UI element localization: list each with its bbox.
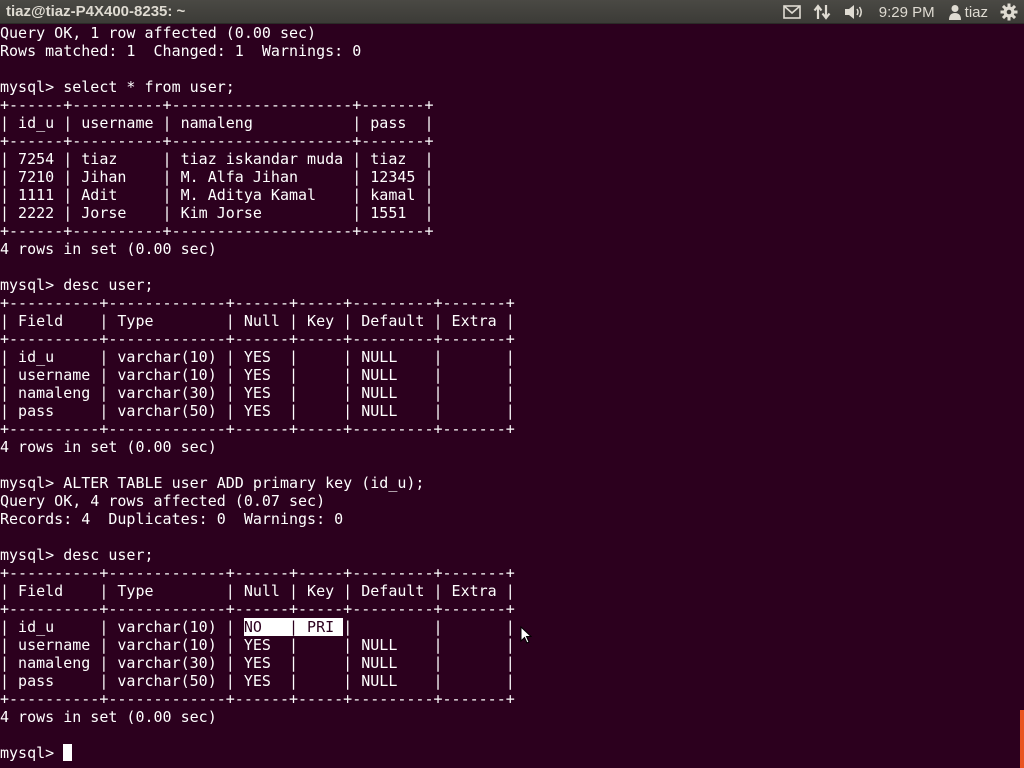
terminal-line: +----------+-------------+------+-----+-… — [0, 420, 515, 438]
terminal-line: mysql> desc user; — [0, 546, 154, 564]
terminal-line: Rows matched: 1 Changed: 1 Warnings: 0 — [0, 42, 362, 60]
row-suffix: | | | — [343, 618, 515, 636]
terminal-line: | Field | Type | Null | Key | Default | … — [0, 582, 515, 600]
top-panel: tiaz@tiaz-P4X400-8235: ~ 9:29 PM tiaz — [0, 0, 1024, 24]
text-selection[interactable]: NO | PRI — [243, 618, 344, 636]
network-icon[interactable] — [807, 0, 837, 24]
terminal-line: | Field | Type | Null | Key | Default | … — [0, 312, 515, 330]
terminal-line: +----------+-------------+------+-----+-… — [0, 564, 515, 582]
terminal-line: | namaleng | varchar(30) | YES | | NULL … — [0, 654, 515, 672]
terminal-line: +----------+-------------+------+-----+-… — [0, 294, 515, 312]
terminal-line: | pass | varchar(50) | YES | | NULL | | — [0, 402, 515, 420]
user-icon — [948, 5, 961, 20]
terminal-line: | 7254 | tiaz | tiaz iskandar muda | tia… — [0, 150, 434, 168]
terminal-line: | id_u | username | namaleng | pass | — [0, 114, 434, 132]
sound-icon[interactable] — [837, 0, 871, 24]
terminal-line: | namaleng | varchar(30) | YES | | NULL … — [0, 384, 515, 402]
terminal-output[interactable]: Query OK, 1 row affected (0.00 sec) Rows… — [0, 24, 1024, 768]
window-title: tiaz@tiaz-P4X400-8235: ~ — [6, 3, 186, 20]
terminal-line: 4 rows in set (0.00 sec) — [0, 708, 217, 726]
user-name: tiaz — [964, 3, 988, 21]
prompt-line[interactable]: mysql> — [0, 744, 1024, 762]
terminal-line: +------+----------+--------------------+… — [0, 96, 434, 114]
terminal-line: 4 rows in set (0.00 sec) — [0, 438, 217, 456]
terminal-line: | username | varchar(10) | YES | | NULL … — [0, 636, 515, 654]
terminal-line: | 7210 | Jihan | M. Alfa Jihan | 12345 | — [0, 168, 434, 186]
terminal-line: Query OK, 1 row affected (0.00 sec) — [0, 24, 317, 42]
gear-icon[interactable] — [994, 0, 1024, 24]
terminal-line: +----------+-------------+------+-----+-… — [0, 330, 515, 348]
terminal-line: Records: 4 Duplicates: 0 Warnings: 0 — [0, 510, 344, 528]
terminal-line: +------+----------+--------------------+… — [0, 222, 434, 240]
clock[interactable]: 9:29 PM — [871, 0, 943, 24]
terminal-line: +----------+-------------+------+-----+-… — [0, 600, 515, 618]
terminal-line: | 1111 | Adit | M. Aditya Kamal | kamal … — [0, 186, 434, 204]
terminal-line-selected: | id_u | varchar(10) | NO | PRI | | | — [0, 618, 1024, 636]
text-cursor — [63, 744, 73, 761]
terminal-line: mysql> select * from user; — [0, 78, 235, 96]
indicator-area: 9:29 PM tiaz — [777, 0, 1024, 24]
prompt: mysql> — [0, 744, 64, 762]
terminal-line: Query OK, 4 rows affected (0.07 sec) — [0, 492, 326, 510]
terminal-line: mysql> desc user; — [0, 276, 154, 294]
terminal-line: mysql> ALTER TABLE user ADD primary key … — [0, 474, 425, 492]
terminal-line: | id_u | varchar(10) | YES | | NULL | | — [0, 348, 515, 366]
scrollbar-indicator[interactable] — [1020, 710, 1024, 768]
row-prefix: | id_u | varchar(10) | — [0, 618, 244, 636]
mouse-pointer-icon — [520, 625, 533, 649]
terminal-line: +----------+-------------+------+-----+-… — [0, 690, 515, 708]
terminal-line: | username | varchar(10) | YES | | NULL … — [0, 366, 515, 384]
terminal-line: | 2222 | Jorse | Kim Jorse | 1551 | — [0, 204, 434, 222]
user-menu[interactable]: tiaz — [943, 0, 994, 24]
terminal-line: +------+----------+--------------------+… — [0, 132, 434, 150]
mail-icon[interactable] — [777, 0, 807, 24]
terminal-line: 4 rows in set (0.00 sec) — [0, 240, 217, 258]
terminal-line: | pass | varchar(50) | YES | | NULL | | — [0, 672, 515, 690]
